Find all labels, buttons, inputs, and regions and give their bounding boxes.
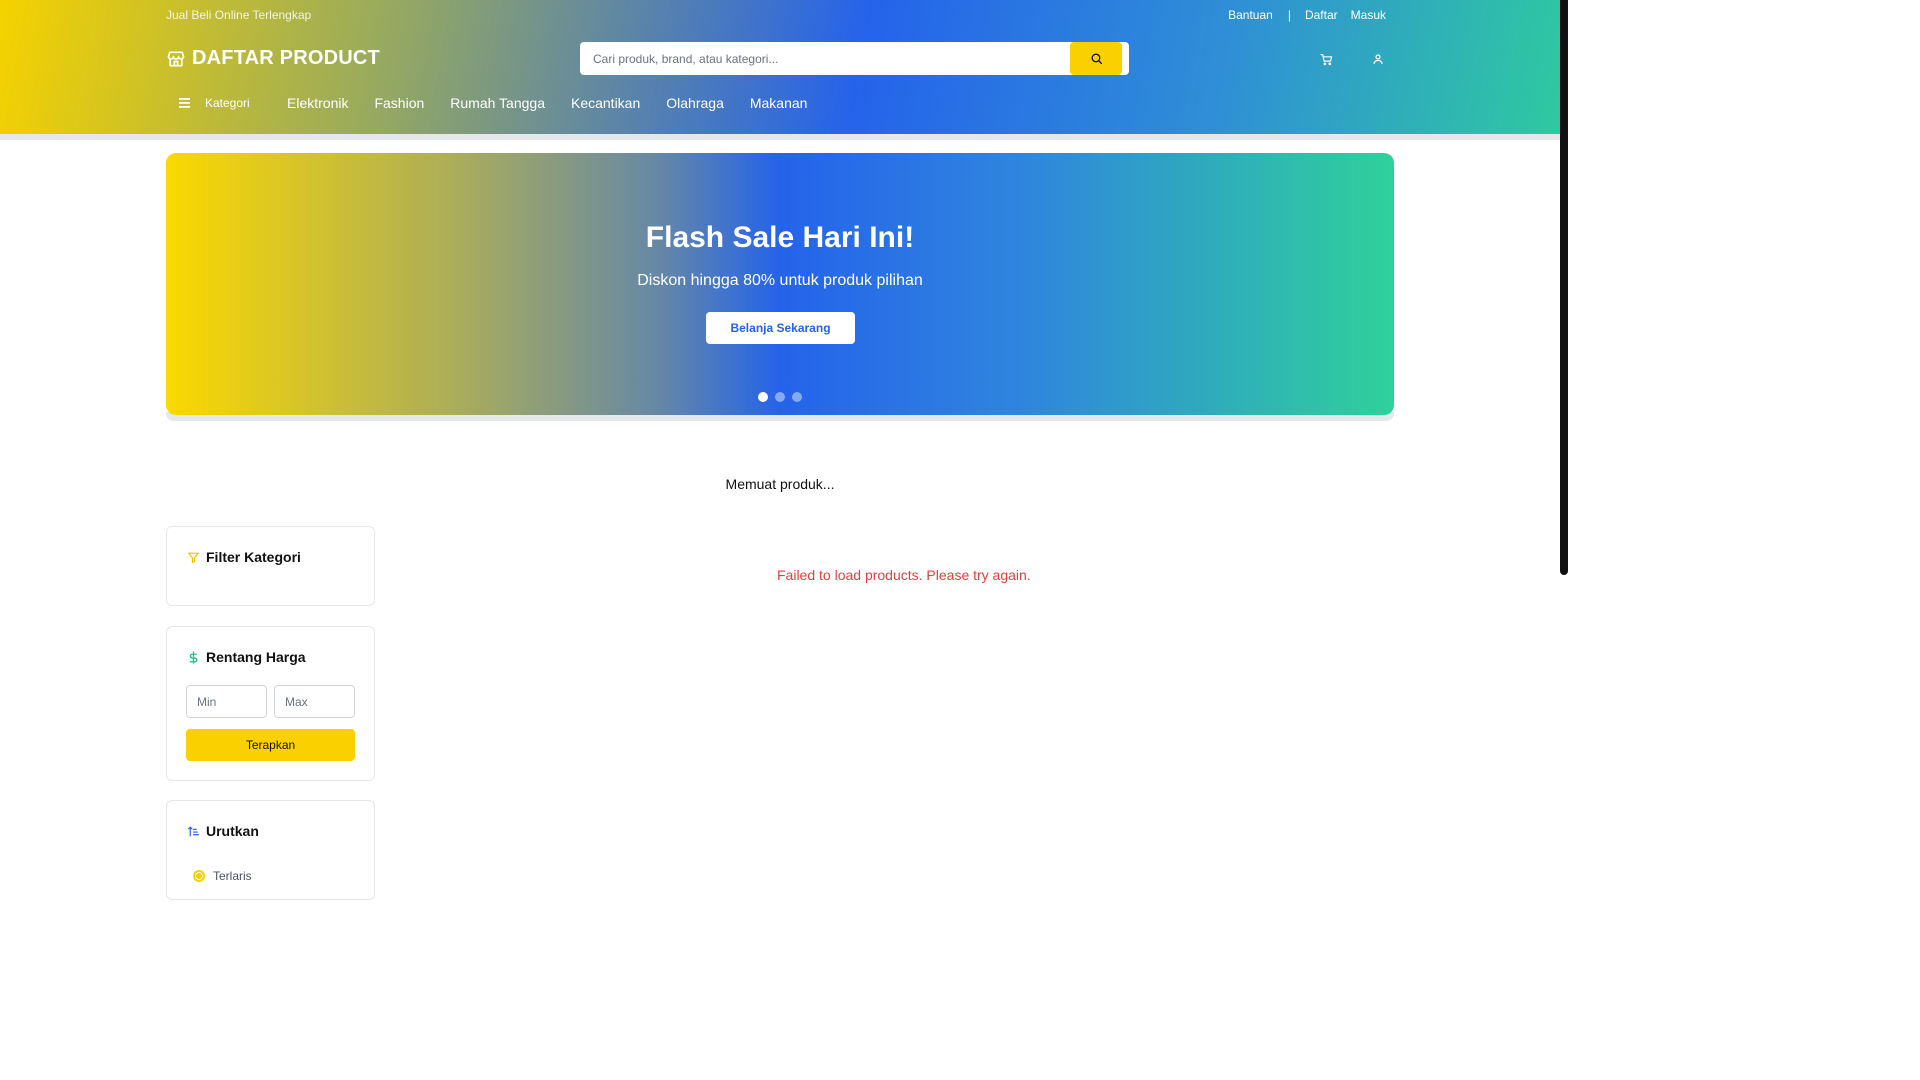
carousel-dot-1[interactable] [758,392,768,402]
category-link-rumah-tangga[interactable]: Rumah Tangga [450,95,545,111]
store-icon [167,51,185,66]
sort-card: Urutkan Terlaris [166,800,375,900]
shop-now-button[interactable]: Belanja Sekarang [706,312,855,344]
header-divider [0,134,1560,140]
carousel-dots [758,392,802,402]
filter-category-label: Filter Kategori [206,549,301,565]
kategori-label: Kategori [205,96,250,110]
category-link-kecantikan[interactable]: Kecantikan [571,95,640,111]
sort-label: Urutkan [206,823,259,839]
search-icon [1091,53,1102,65]
search-input[interactable] [580,42,1058,75]
page-scrollbar[interactable] [1560,0,1568,575]
carousel-dot-2[interactable] [775,392,785,402]
category-link-elektronik[interactable]: Elektronik [287,95,348,111]
brand-logo[interactable]: DAFTAR PRODUCT [166,47,380,70]
sort-title: Urutkan [187,823,259,839]
sort-icon [188,825,199,836]
login-link[interactable]: Masuk [1351,8,1386,22]
filter-icon [188,552,199,563]
filter-category-card: Filter Kategori [166,526,375,606]
help-link[interactable]: Bantuan [1228,8,1273,22]
account-button[interactable] [1370,51,1386,67]
kategori-menu-button[interactable]: Kategori [166,96,287,110]
apply-price-button[interactable]: Terapkan [186,729,355,761]
site-header: Jual Beli Online Terlengkap Bantuan | Da… [0,0,1560,134]
search-button[interactable] [1070,42,1122,75]
top-links: Bantuan | Daftar Masuk [1228,8,1386,22]
carousel-dot-3[interactable] [792,392,802,402]
tagline: Jual Beli Online Terlengkap [166,8,312,22]
category-nav: Kategori Elektronik Fashion Rumah Tangga… [166,95,833,111]
error-message: Failed to load products. Please try agai… [777,567,1031,583]
dollar-icon [189,650,198,664]
search-bar [580,42,1129,75]
price-range-label: Rentang Harga [206,649,306,665]
sort-option-label: Terlaris [213,869,252,883]
cart-button[interactable] [1318,51,1334,67]
menu-icon [179,98,190,108]
banner-subtitle: Diskon hingga 80% untuk produk pilihan [637,272,923,289]
sort-option-terlaris[interactable]: Terlaris [193,869,252,883]
category-link-makanan[interactable]: Makanan [750,95,808,111]
brand-name: DAFTAR PRODUCT [192,47,380,69]
category-link-fashion[interactable]: Fashion [374,95,424,111]
price-range-card: Rentang Harga Terapkan [166,626,375,781]
filter-category-title: Filter Kategori [187,549,301,565]
cart-icon [1319,53,1332,65]
loading-text: Memuat produk... [725,476,835,492]
banner-title: Flash Sale Hari Ini! [645,221,915,254]
user-icon [1373,54,1383,65]
register-link[interactable]: Daftar [1305,8,1338,22]
min-price-input[interactable] [186,685,267,718]
price-range-title: Rentang Harga [187,649,306,665]
promo-banner: Flash Sale Hari Ini! Diskon hingga 80% u… [166,153,1394,415]
radio-selected-icon[interactable] [193,870,205,882]
category-link-olahraga[interactable]: Olahraga [666,95,724,111]
link-separator: | [1287,8,1291,22]
max-price-input[interactable] [274,685,355,718]
